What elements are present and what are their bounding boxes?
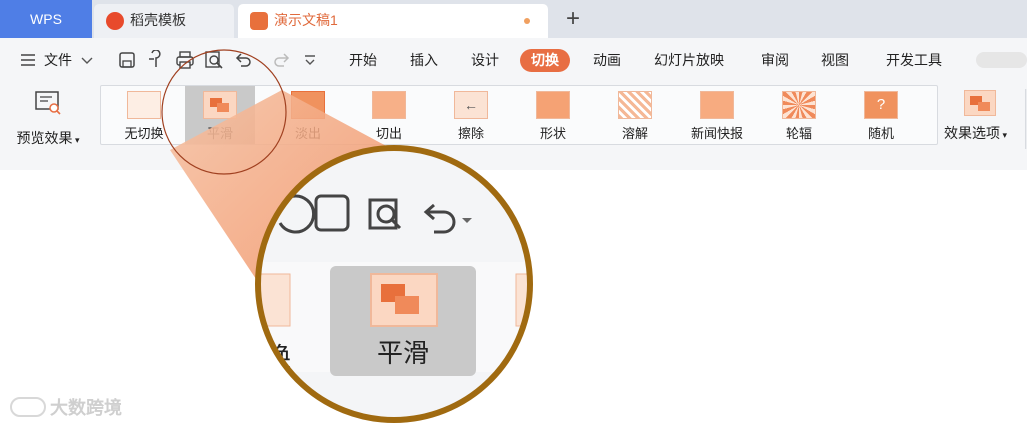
watermark: 大数跨境 [10,394,122,420]
zoomed-label-smooth: 平滑 [377,338,429,368]
watermark-logo-icon [10,397,46,417]
app-window: { "tabs": { "wps": "WPS", "template": "稻… [0,0,1027,426]
magnifier-callout: 换 平滑 [161,49,533,423]
